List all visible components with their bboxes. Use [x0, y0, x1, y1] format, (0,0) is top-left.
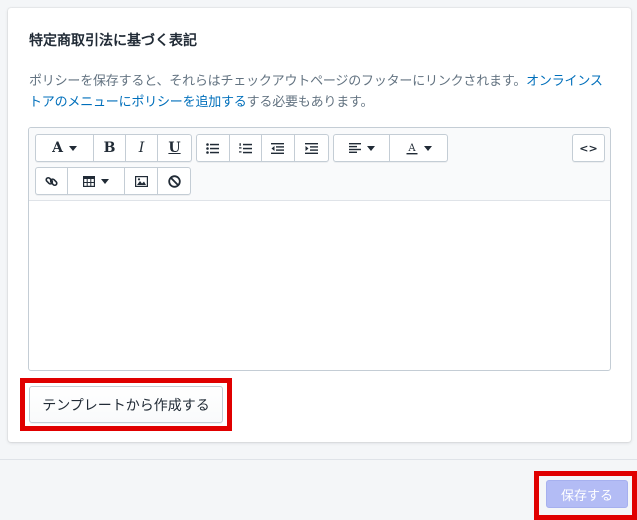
- bullet-list-icon: [206, 142, 220, 154]
- section-title: 特定商取引法に基づく表記: [29, 33, 197, 49]
- chevron-down-icon: [101, 178, 109, 184]
- align-left-icon: [348, 143, 361, 153]
- insert-table-dropdown[interactable]: [68, 168, 125, 194]
- font-style-label: A: [52, 140, 63, 156]
- rich-text-editor: A B I U A <>: [28, 127, 611, 371]
- html-toggle-button[interactable]: <>: [573, 135, 604, 161]
- indent-icon: [304, 142, 318, 154]
- insert-group: [35, 167, 191, 195]
- clear-format-button[interactable]: [158, 168, 190, 194]
- chevron-down-icon: [423, 145, 432, 151]
- bullet-list-button[interactable]: [197, 135, 230, 161]
- editor-toolbar: A B I U A <>: [29, 128, 610, 201]
- editor-content-area[interactable]: [29, 201, 610, 370]
- insert-image-button[interactable]: [125, 168, 158, 194]
- underline-button[interactable]: U: [158, 135, 191, 161]
- chevron-down-icon: [68, 145, 77, 151]
- numbered-list-icon: [238, 142, 252, 153]
- image-icon: [134, 175, 148, 187]
- font-style-dropdown[interactable]: A: [36, 135, 94, 161]
- link-icon: [45, 176, 58, 186]
- svg-text:A: A: [407, 143, 416, 154]
- create-from-template-button[interactable]: テンプレートから作成する: [29, 386, 223, 423]
- outdent-button[interactable]: [262, 135, 295, 161]
- format-group: A: [333, 134, 448, 162]
- align-dropdown[interactable]: [334, 135, 391, 161]
- chevron-down-icon: [366, 145, 375, 151]
- italic-button[interactable]: I: [126, 135, 158, 161]
- description-text: ポリシーを保存すると、それらはチェックアウトページのフッターにリンクされます。: [29, 74, 527, 89]
- block-icon: [167, 174, 181, 188]
- description-suffix: する必要もあります。: [246, 95, 374, 110]
- bold-button[interactable]: B: [94, 135, 126, 161]
- html-group: <>: [572, 134, 605, 162]
- text-style-group: A B I U: [35, 134, 192, 162]
- indent-button[interactable]: [295, 135, 328, 161]
- text-color-dropdown[interactable]: A: [390, 135, 447, 161]
- policy-card: 特定商取引法に基づく表記 ポリシーを保存すると、それらはチェックアウトページのフ…: [8, 8, 631, 442]
- numbered-list-button[interactable]: [230, 135, 262, 161]
- list-group: [196, 134, 329, 162]
- text-color-icon: A: [406, 143, 417, 154]
- section-description: ポリシーを保存すると、それらはチェックアウトページのフッターにリンクされます。オ…: [29, 71, 614, 113]
- table-icon: [83, 175, 95, 187]
- insert-link-button[interactable]: [36, 168, 68, 194]
- footer-divider: [0, 459, 637, 460]
- save-button[interactable]: 保存する: [546, 480, 628, 508]
- outdent-icon: [271, 142, 285, 154]
